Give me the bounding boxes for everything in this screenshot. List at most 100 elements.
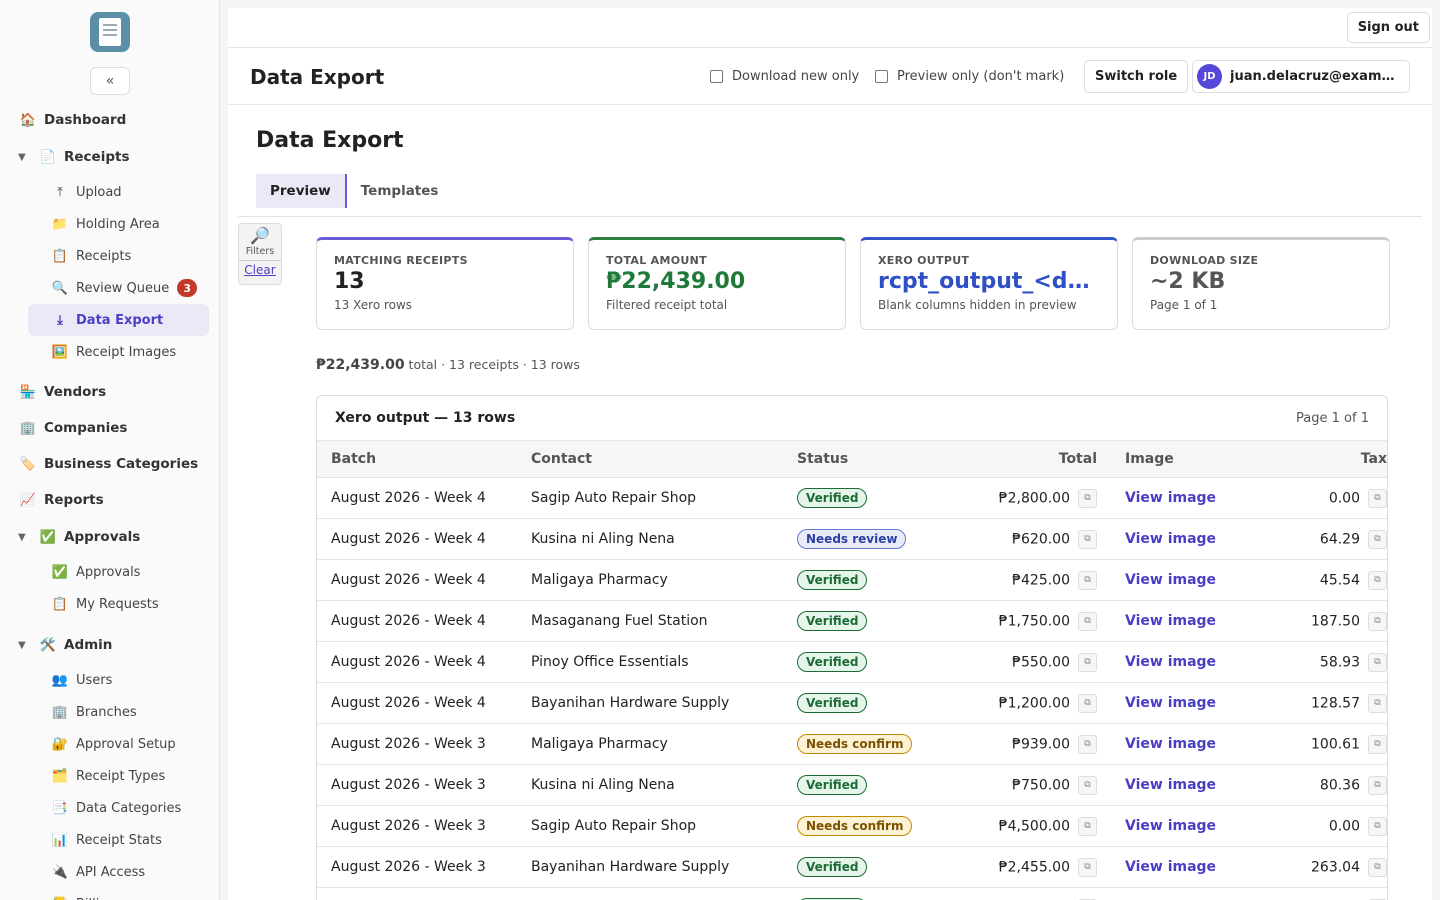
copy-icon[interactable]: ⧉ bbox=[1078, 488, 1097, 508]
cell-image: View image bbox=[1109, 764, 1259, 806]
sidebar-item-upload[interactable]: ⤒ Upload bbox=[0, 176, 219, 208]
checkbox-box[interactable] bbox=[875, 70, 888, 83]
sign-out-button[interactable]: Sign out bbox=[1346, 12, 1430, 43]
xero-output-table-card: Xero output — 13 rows Page 1 of 1 Batch … bbox=[316, 395, 1388, 900]
clear-filters-link[interactable]: Clear bbox=[244, 263, 275, 277]
sidebar-item-receipts[interactable]: 📋 Receipts bbox=[0, 240, 219, 272]
nav-group-receipts[interactable]: ▼ 📄 Receipts bbox=[0, 141, 219, 173]
sidebar-item-billing[interactable]: 📒 Billing bbox=[0, 888, 219, 900]
tab-templates[interactable]: Templates bbox=[347, 174, 453, 208]
sidebar-item-receipt-images[interactable]: 🖼️ Receipt Images bbox=[0, 336, 219, 368]
sidebar-item-approvals[interactable]: ✅ Approvals bbox=[0, 556, 219, 588]
copy-icon[interactable]: ⧉ bbox=[1368, 529, 1387, 549]
view-image-link[interactable]: View image bbox=[1125, 818, 1216, 834]
copy-icon[interactable]: ⧉ bbox=[1368, 816, 1387, 836]
sidebar-item-data-export[interactable]: ⤓ Data Export bbox=[28, 304, 209, 336]
sidebar-item-branches[interactable]: 🏢 Branches bbox=[0, 696, 219, 728]
cell-total: ₱2,800.00 ⧉ bbox=[927, 477, 1109, 519]
view-image-link[interactable]: View image bbox=[1125, 531, 1216, 547]
view-image-link[interactable]: View image bbox=[1125, 695, 1216, 711]
checkbox-box[interactable] bbox=[710, 70, 723, 83]
tax-value: 187.50 bbox=[1311, 613, 1360, 629]
status-badge: Needs confirm bbox=[797, 816, 913, 836]
copy-icon[interactable]: ⧉ bbox=[1368, 611, 1387, 631]
copy-icon[interactable]: ⧉ bbox=[1368, 775, 1387, 795]
nav-group-approvals[interactable]: ▼ ✅ Approvals bbox=[0, 521, 219, 553]
users-icon: 👥 bbox=[51, 672, 69, 688]
table-row: August 2026 - Week 4 Masaganang Fuel Stat… bbox=[317, 600, 1387, 642]
sidebar-item-data-categories[interactable]: 📑 Data Categories bbox=[0, 792, 219, 824]
approval-setup-icon: 🔐 bbox=[51, 736, 69, 752]
sidebar-item-holding-area[interactable]: 📁 Holding Area bbox=[0, 208, 219, 240]
magnifier-icon: 🔎 bbox=[250, 226, 270, 245]
view-image-link[interactable]: View image bbox=[1125, 490, 1216, 506]
column-header-batch[interactable]: Batch bbox=[317, 440, 531, 478]
card-value: ₱22,439.00 bbox=[606, 269, 746, 294]
copy-icon[interactable]: ⧉ bbox=[1368, 857, 1387, 877]
cell-status: Needs confirm bbox=[797, 723, 927, 765]
sidebar-item-my-requests[interactable]: 📋 My Requests bbox=[0, 588, 219, 620]
copy-icon[interactable]: ⧉ bbox=[1368, 693, 1387, 713]
sidebar-item-users[interactable]: 👥 Users bbox=[0, 664, 219, 696]
sidebar-item-label: Receipt Types bbox=[76, 768, 166, 784]
collapse-sidebar-button[interactable]: « bbox=[90, 67, 130, 95]
tax-value: 80.36 bbox=[1319, 777, 1360, 793]
nav-companies[interactable]: 🏢 Companies bbox=[0, 412, 219, 444]
cell-contact: Maligaya Pharmacy bbox=[531, 723, 797, 765]
card-label: MATCHING RECEIPTS bbox=[334, 254, 468, 267]
sidebar-item-api-access[interactable]: 🔌 API Access bbox=[0, 856, 219, 888]
preview-only-checkbox[interactable]: Preview only (don't mark) bbox=[875, 69, 1064, 84]
cell-batch: August 2026 - Week 4 bbox=[317, 641, 531, 683]
copy-icon[interactable]: ⧉ bbox=[1078, 857, 1097, 877]
table-row: August 2026 - Week 3 Maligaya Pharmacy Nee… bbox=[317, 723, 1387, 765]
view-image-link[interactable]: View image bbox=[1125, 859, 1216, 875]
copy-icon[interactable]: ⧉ bbox=[1078, 570, 1097, 590]
column-header-contact[interactable]: Contact bbox=[531, 440, 797, 478]
copy-icon[interactable]: ⧉ bbox=[1368, 652, 1387, 672]
cell-tax: 100.61 ⧉ bbox=[1259, 723, 1387, 765]
view-image-link[interactable]: View image bbox=[1125, 572, 1216, 588]
sidebar-item-receipt-types[interactable]: 🗂️ Receipt Types bbox=[0, 760, 219, 792]
nav-label: Business Categories bbox=[44, 456, 199, 472]
column-header-status[interactable]: Status bbox=[797, 440, 927, 478]
copy-icon[interactable]: ⧉ bbox=[1078, 734, 1097, 754]
nav-label: Vendors bbox=[44, 384, 107, 400]
copy-icon[interactable]: ⧉ bbox=[1368, 570, 1387, 590]
copy-icon[interactable]: ⧉ bbox=[1078, 693, 1097, 713]
header-title: Data Export bbox=[250, 65, 385, 89]
table-row: August 2026 - Week 4 Sagip Auto Repair Sh… bbox=[317, 477, 1387, 519]
sidebar-item-receipt-stats[interactable]: 📊 Receipt Stats bbox=[0, 824, 219, 856]
copy-icon[interactable]: ⧉ bbox=[1368, 488, 1387, 508]
column-header-image[interactable]: Image bbox=[1109, 440, 1259, 478]
view-image-link[interactable]: View image bbox=[1125, 777, 1216, 793]
sidebar-item-review-queue[interactable]: 🔍 Review Queue 3 bbox=[0, 272, 219, 304]
switch-role-button[interactable]: Switch role bbox=[1084, 60, 1189, 93]
column-header-total[interactable]: Total bbox=[927, 440, 1109, 478]
filters-toggle-button[interactable]: 🔎 Filters Clear bbox=[238, 223, 282, 285]
view-image-link[interactable]: View image bbox=[1125, 736, 1216, 752]
app-logo bbox=[90, 12, 130, 52]
nav-business-categories[interactable]: 🏷️ Business Categories bbox=[0, 448, 219, 480]
user-menu[interactable]: JD juan.delacruz@example.com bbox=[1192, 60, 1410, 93]
nav-dashboard[interactable]: 🏠 Dashboard bbox=[0, 104, 219, 136]
tab-bar: Preview Templates bbox=[256, 174, 452, 208]
copy-icon[interactable]: ⧉ bbox=[1078, 529, 1097, 549]
copy-icon[interactable]: ⧉ bbox=[1078, 611, 1097, 631]
nav-vendors[interactable]: 🏪 Vendors bbox=[0, 376, 219, 408]
copy-icon[interactable]: ⧉ bbox=[1368, 734, 1387, 754]
view-image-link[interactable]: View image bbox=[1125, 613, 1216, 629]
view-image-link[interactable]: View image bbox=[1125, 654, 1216, 670]
download-new-only-checkbox[interactable]: Download new only bbox=[710, 69, 859, 84]
tab-preview[interactable]: Preview bbox=[256, 174, 347, 208]
sidebar-item-approval-setup[interactable]: 🔐 Approval Setup bbox=[0, 728, 219, 760]
copy-icon[interactable]: ⧉ bbox=[1078, 652, 1097, 672]
main-content: Sign out Data Export Download new only P… bbox=[228, 8, 1432, 900]
nav-group-admin[interactable]: ▼ 🛠️ Admin bbox=[0, 629, 219, 661]
copy-icon[interactable]: ⧉ bbox=[1078, 816, 1097, 836]
nav-reports[interactable]: 📈 Reports bbox=[0, 484, 219, 516]
copy-icon[interactable]: ⧉ bbox=[1078, 775, 1097, 795]
summary-card-total-amount: TOTAL AMOUNT ₱22,439.00 Filtered receipt t… bbox=[588, 237, 846, 330]
total-value: ₱4,500.00 bbox=[998, 818, 1070, 834]
column-header-tax[interactable]: Tax bbox=[1259, 440, 1387, 478]
receipt-stats-icon: 📊 bbox=[51, 832, 69, 848]
